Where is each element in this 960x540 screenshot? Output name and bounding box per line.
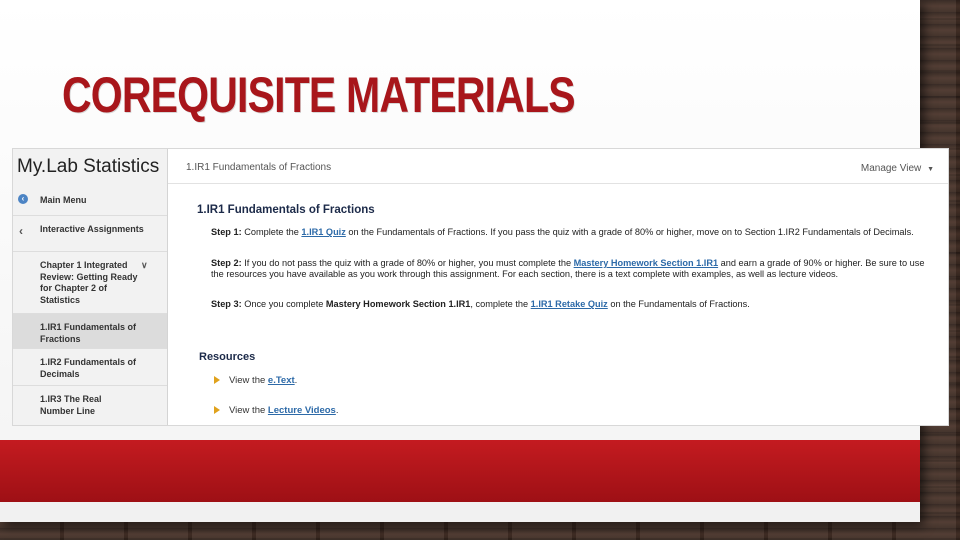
footer-strip — [0, 502, 920, 522]
resources-heading: Resources — [199, 351, 256, 363]
sidebar-item-1ir2[interactable]: 1.IR2 Fundamentals of Decimals — [13, 348, 167, 386]
step-2-text: If you do not pass the quiz with a grade… — [241, 258, 574, 268]
mastery-homework-link[interactable]: Mastery Homework Section 1.IR1 — [574, 258, 719, 268]
chevron-left-circle-icon: ‹ — [18, 194, 28, 204]
step-1: Step 1: Complete the 1.IR1 Quiz on the F… — [211, 227, 931, 238]
resource-item: View the e.Text. — [214, 375, 297, 386]
sidebar: My.Lab Statistics ‹ Main Menu ‹ Interact… — [13, 149, 168, 425]
footer-red-bar — [0, 440, 920, 502]
slide: COREQUISITE MATERIALS My.Lab Statistics … — [0, 0, 949, 522]
sidebar-item-label: Main Menu — [40, 195, 87, 205]
quiz-link[interactable]: 1.IR1 Quiz — [301, 227, 345, 237]
sidebar-item-label: Chapter 1 Integrated Review: Getting Rea… — [40, 260, 138, 305]
step-1-label: Step 1: — [211, 227, 242, 237]
lecture-videos-link[interactable]: Lecture Videos — [268, 405, 336, 416]
sidebar-item-main-menu[interactable]: ‹ Main Menu — [13, 187, 167, 215]
manage-view-label: Manage View — [860, 163, 922, 174]
resource-item: View the Lecture Videos. — [214, 405, 338, 416]
sidebar-item-label: 1.IR2 Fundamentals of Decimals — [40, 357, 137, 379]
header-divider — [168, 183, 948, 184]
sidebar-item-chapter-1[interactable]: Chapter 1 Integrated Review: Getting Rea… — [13, 251, 167, 314]
sidebar-item-1ir1[interactable]: 1.IR1 Fundamentals of Fractions — [13, 313, 167, 349]
step-3-bold: Mastery Homework Section 1.IR1 — [325, 299, 471, 309]
step-3: Step 3: Once you complete Mastery Homewo… — [211, 299, 931, 310]
play-triangle-icon — [214, 406, 220, 415]
resource-suffix: . — [294, 375, 298, 386]
mylab-screenshot: My.Lab Statistics ‹ Main Menu ‹ Interact… — [12, 148, 949, 426]
breadcrumb: 1.IR1 Fundamentals of Fractions — [186, 162, 332, 173]
brand-logo: My.Lab Statistics — [17, 156, 160, 177]
resource-suffix: . — [335, 405, 339, 416]
step-1-text-2: on the Fundamentals of Fractions. If you… — [345, 227, 914, 237]
step-2: Step 2: If you do not pass the quiz with… — [211, 258, 931, 280]
step-1-text: Complete the — [241, 227, 302, 237]
main-content: 1.IR1 Fundamentals of Fractions Manage V… — [168, 149, 948, 425]
manage-view-dropdown[interactable]: Manage View ▼ — [861, 163, 934, 174]
step-3-label: Step 3: — [211, 299, 242, 309]
retake-quiz-link[interactable]: 1.IR1 Retake Quiz — [531, 299, 608, 309]
step-3-text-2: , complete the — [470, 299, 531, 309]
sidebar-item-label: Interactive Assignments — [40, 224, 144, 234]
step-3-text: Once you complete — [241, 299, 326, 309]
play-triangle-icon — [214, 376, 220, 385]
sidebar-item-label: 1.IR1 Fundamentals of Fractions — [40, 322, 137, 344]
page-title: 1.IR1 Fundamentals of Fractions — [197, 204, 375, 216]
etext-link[interactable]: e.Text — [268, 375, 295, 386]
sidebar-item-label: 1.IR3 The Real Number Line — [40, 394, 102, 416]
resource-prefix: View the — [229, 375, 268, 386]
sidebar-item-1ir3[interactable]: 1.IR3 The Real Number Line — [13, 385, 167, 425]
step-2-label: Step 2: — [211, 258, 242, 268]
sidebar-item-interactive-assignments[interactable]: ‹ Interactive Assignments — [13, 215, 167, 252]
slide-title: COREQUISITE MATERIALS — [62, 67, 576, 123]
chevron-down-icon: ∨ — [141, 260, 148, 270]
step-3-text-3: on the Fundamentals of Fractions. — [607, 299, 750, 309]
caret-down-icon: ▼ — [927, 166, 934, 173]
chevron-left-icon: ‹ — [19, 224, 23, 238]
resource-prefix: View the — [229, 405, 268, 416]
